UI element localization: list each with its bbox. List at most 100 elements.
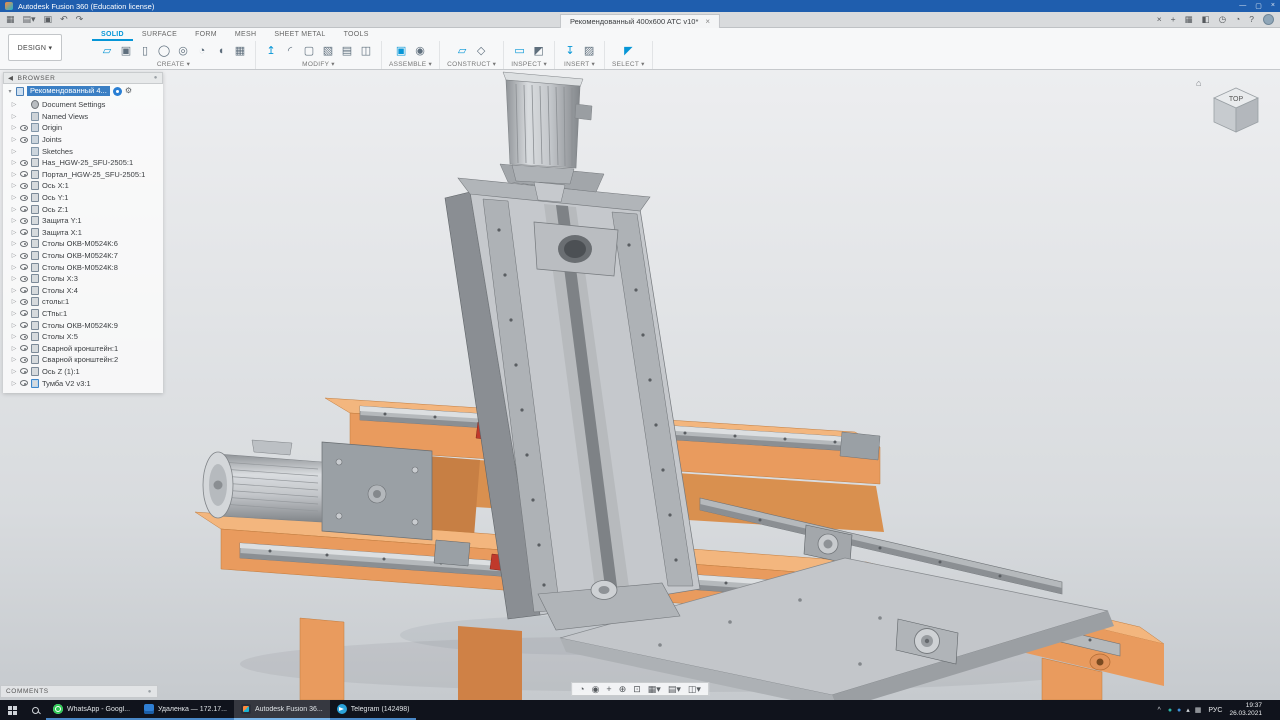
create-sketch-icon[interactable]: ▱: [99, 43, 115, 59]
undo-icon[interactable]: ↶: [60, 15, 68, 24]
visibility-eye-icon[interactable]: [20, 125, 28, 131]
tree-item[interactable]: ▷ Столы X:4: [3, 285, 163, 297]
box-primitive-icon[interactable]: ▣: [118, 43, 134, 59]
toolbar-tab[interactable]: MESH: [226, 28, 265, 41]
home-view-icon[interactable]: ⌂: [1196, 78, 1201, 88]
job-status-icon[interactable]: ◷: [1219, 15, 1226, 24]
taskbar-clock[interactable]: 19:37 26.03.2021: [1229, 702, 1262, 718]
measure-icon[interactable]: ▭: [512, 43, 528, 59]
split-body-icon[interactable]: ◫: [358, 43, 374, 59]
tree-item[interactable]: ▷ Столы X:5: [3, 331, 163, 343]
tree-item[interactable]: ▷ СТпы:1: [3, 308, 163, 320]
expand-arrow-icon[interactable]: ▷: [11, 206, 17, 213]
expand-arrow-icon[interactable]: ▷: [11, 148, 17, 155]
visibility-eye-icon[interactable]: [20, 334, 28, 340]
offset-face-icon[interactable]: ▤: [339, 43, 355, 59]
visibility-eye-icon[interactable]: [20, 310, 28, 316]
expand-arrow-icon[interactable]: ▷: [11, 298, 17, 305]
tree-item[interactable]: ▷ Столы ОКВ-М0524К:8: [3, 261, 163, 273]
new-component-icon[interactable]: ▣: [393, 43, 409, 59]
tree-item[interactable]: ▷ Ось Y:1: [3, 192, 163, 204]
press-pull-icon[interactable]: ↥: [263, 43, 279, 59]
tree-item[interactable]: ▷ Столы X:3: [3, 273, 163, 285]
tray-status-icon-3[interactable]: ▴: [1186, 707, 1190, 714]
close-button[interactable]: ×: [1271, 2, 1275, 10]
minimize-button[interactable]: —: [1239, 2, 1246, 10]
expand-arrow-icon[interactable]: ▷: [11, 345, 17, 352]
visibility-eye-icon[interactable]: [20, 137, 28, 143]
document-tab-close-icon[interactable]: ×: [705, 17, 710, 26]
tray-status-icon-4[interactable]: ▦: [1195, 707, 1202, 714]
visibility-eye-icon[interactable]: [20, 380, 28, 386]
tree-item[interactable]: ▷ Has_HGW-25_SFU-2505:1: [3, 157, 163, 169]
tree-item[interactable]: ▷ Тумба V2 v3:1: [3, 377, 163, 389]
taskbar-telegram-button[interactable]: Telegram (142498): [330, 700, 417, 720]
file-menu-icon[interactable]: ▤▾: [23, 15, 36, 24]
workspace-selector[interactable]: DESIGN ▾: [8, 34, 62, 61]
toolbar-tab[interactable]: TOOLS: [335, 28, 378, 41]
view-cube-graphic[interactable]: TOP: [1204, 76, 1268, 138]
expand-arrow-icon[interactable]: ▷: [11, 264, 17, 271]
tree-item[interactable]: ▷ Защита X:1: [3, 227, 163, 239]
tree-item[interactable]: ▷ Named Views: [3, 111, 163, 123]
coil-primitive-icon[interactable]: ◔: [194, 43, 210, 59]
orbit-icon[interactable]: ◔: [579, 685, 584, 694]
expand-arrow-icon[interactable]: ▷: [11, 113, 17, 120]
panel-handle-icon[interactable]: ●: [154, 75, 158, 81]
comments-handle-icon[interactable]: ●: [148, 689, 152, 695]
tray-status-icon-1[interactable]: ●: [1168, 707, 1172, 714]
browser-root-item[interactable]: ▾ Рекомендованный 4... ⚙: [3, 84, 163, 98]
tree-item[interactable]: ▷ Портал_HGW-25_SFU-2505:1: [3, 169, 163, 181]
close-tab-icon[interactable]: ×: [1157, 15, 1162, 24]
start-button[interactable]: [0, 700, 24, 720]
expand-arrow-icon[interactable]: ▷: [11, 380, 17, 387]
group-dropdown-create[interactable]: CREATE ▾: [157, 60, 190, 68]
expand-arrow-icon[interactable]: ▷: [11, 124, 17, 131]
toolbar-tab[interactable]: SURFACE: [133, 28, 186, 41]
section-analysis-icon[interactable]: ◩: [531, 43, 547, 59]
joint-icon[interactable]: ◉: [412, 43, 428, 59]
cylinder-primitive-icon[interactable]: ▯: [137, 43, 153, 59]
pipe-primitive-icon[interactable]: ◖: [213, 43, 229, 59]
expand-arrow-icon[interactable]: ▷: [11, 101, 17, 108]
tray-status-icon-2[interactable]: ●: [1177, 707, 1181, 714]
expand-arrow-icon[interactable]: ▷: [11, 275, 17, 282]
taskbar-search-button[interactable]: [24, 700, 46, 720]
visibility-eye-icon[interactable]: [20, 171, 28, 177]
visibility-eye-icon[interactable]: [20, 206, 28, 212]
expand-arrow-icon[interactable]: ▷: [11, 322, 17, 329]
visibility-eye-icon[interactable]: [20, 345, 28, 351]
group-dropdown-select[interactable]: SELECT ▾: [612, 60, 645, 68]
expand-arrow-icon[interactable]: ▷: [11, 333, 17, 340]
group-dropdown-insert[interactable]: INSERT ▾: [564, 60, 595, 68]
new-tab-icon[interactable]: +: [1171, 15, 1176, 24]
expand-arrow-icon[interactable]: ▷: [11, 310, 17, 317]
tree-item[interactable]: ▷ Сварной кронштейн:1: [3, 342, 163, 354]
expand-arrow-icon[interactable]: ▷: [11, 252, 17, 259]
save-icon[interactable]: ▣: [44, 15, 53, 24]
viewport-canvas[interactable]: [0, 70, 1280, 700]
user-avatar[interactable]: [1263, 14, 1274, 25]
shell-icon[interactable]: ▢: [301, 43, 317, 59]
expand-arrow-icon[interactable]: ▷: [11, 368, 17, 375]
visibility-eye-icon[interactable]: [20, 195, 28, 201]
group-dropdown-construct[interactable]: CONSTRUCT ▾: [447, 60, 496, 68]
document-tab[interactable]: Рекомендованный 400x600 ATC v10* ×: [560, 14, 720, 28]
collapse-panel-icon[interactable]: ◀: [8, 74, 14, 82]
visibility-eye-icon[interactable]: [20, 287, 28, 293]
combine-icon[interactable]: ▧: [320, 43, 336, 59]
comments-panel[interactable]: COMMENTS ●: [0, 685, 158, 698]
tray-expand-icon[interactable]: ^: [1158, 707, 1161, 714]
comments-icon[interactable]: ◧: [1202, 15, 1210, 24]
expand-arrow-icon[interactable]: ▷: [11, 136, 17, 143]
tree-item[interactable]: ▷ Защита Y:1: [3, 215, 163, 227]
visibility-eye-icon[interactable]: [20, 218, 28, 224]
fillet-icon[interactable]: ◜: [282, 43, 298, 59]
visibility-eye-icon[interactable]: [20, 322, 28, 328]
taskbar-remote-desktop-button[interactable]: Удаленка — 172.17...: [137, 700, 234, 720]
visibility-eye-icon[interactable]: [20, 183, 28, 189]
insert-mesh-icon[interactable]: ↧: [562, 43, 578, 59]
sphere-primitive-icon[interactable]: ◯: [156, 43, 172, 59]
visibility-eye-icon[interactable]: [20, 160, 28, 166]
tree-item[interactable]: ▷ Ось Z (1):1: [3, 366, 163, 378]
